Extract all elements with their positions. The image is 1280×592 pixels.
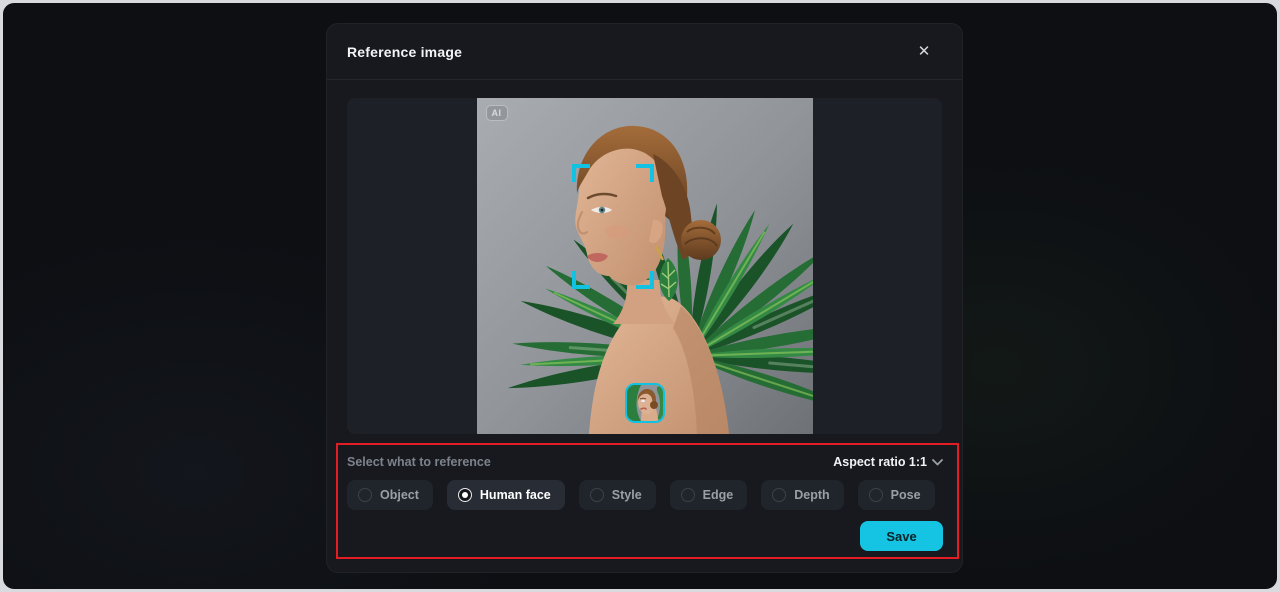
bracket-corner-icon (571, 164, 590, 182)
radio-icon (358, 488, 372, 502)
option-edge[interactable]: Edge (669, 480, 748, 510)
reference-image-modal: Reference image ✕ AI Select what to refe… (326, 23, 963, 573)
option-pose[interactable]: Pose (857, 480, 935, 510)
reference-options-panel: Select what to reference Aspect ratio 1:… (336, 443, 959, 559)
reference-type-options: Object Human face Style Edge Depth Pose (338, 469, 957, 510)
panel-top-row: Select what to reference Aspect ratio 1:… (338, 445, 957, 469)
bracket-corner-icon (635, 271, 654, 289)
image-preview-container: AI (347, 98, 942, 434)
option-style[interactable]: Style (578, 480, 656, 510)
option-human-face[interactable]: Human face (446, 480, 565, 510)
radio-icon (680, 488, 695, 502)
ai-badge: AI (485, 105, 508, 121)
radio-icon (868, 488, 883, 502)
close-icon: ✕ (917, 43, 931, 60)
select-reference-label: Select what to reference (347, 455, 491, 469)
save-button[interactable]: Save (860, 521, 943, 551)
face-thumbnail-image (626, 385, 663, 421)
close-button[interactable]: ✕ (912, 40, 936, 64)
option-depth[interactable]: Depth (761, 480, 844, 510)
app-backdrop: Reference image ✕ AI Select what to refe… (3, 3, 1277, 589)
radio-icon (772, 488, 787, 502)
bracket-corner-icon (571, 271, 590, 289)
face-detection-bracket (571, 164, 654, 289)
bracket-corner-icon (635, 164, 654, 182)
reference-photo: AI (476, 98, 813, 434)
modal-header: Reference image ✕ (327, 24, 962, 80)
radio-selected-icon (457, 488, 472, 502)
aspect-ratio-value: Aspect ratio 1:1 (833, 455, 927, 469)
radio-icon (589, 488, 604, 502)
aspect-ratio-dropdown[interactable]: Aspect ratio 1:1 (833, 455, 943, 469)
face-thumbnail[interactable] (624, 383, 665, 423)
modal-title: Reference image (347, 43, 463, 60)
save-row: Save (860, 521, 943, 551)
option-object[interactable]: Object (347, 480, 433, 510)
chevron-down-icon (932, 458, 943, 465)
